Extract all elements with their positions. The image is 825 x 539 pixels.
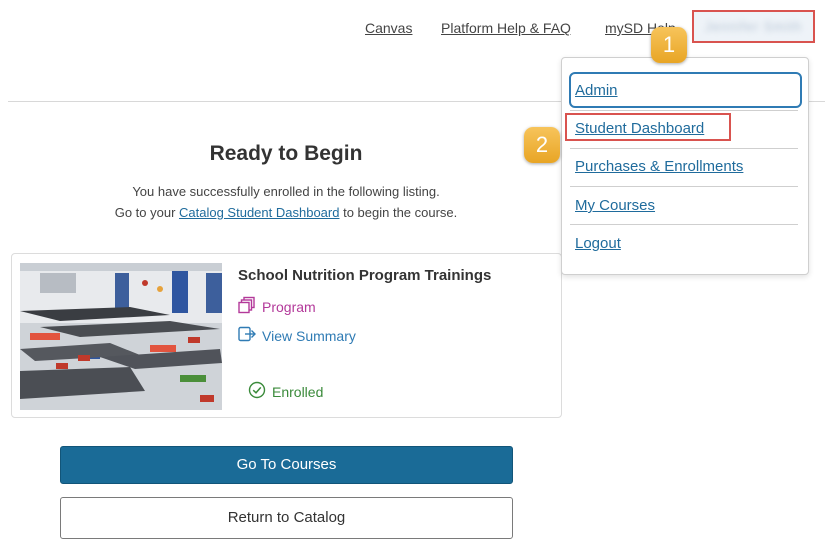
dashboard-instruction: Go to your Catalog Student Dashboard to … [0,205,572,220]
program-label: Program [262,298,316,315]
listing-title: School Nutrition Program Trainings [238,267,492,284]
nav-link-platform-help[interactable]: Platform Help & FAQ [441,20,571,36]
catalog-student-dashboard-link[interactable]: Catalog Student Dashboard [179,205,339,220]
menu-item-student-dashboard[interactable]: Student Dashboard [575,120,704,137]
step-marker-1: 1 [651,27,687,63]
user-menu-button[interactable]: Jennifer Smith [692,10,815,43]
go-to-courses-button[interactable]: Go To Courses [60,446,513,484]
cafeteria-image [20,263,222,410]
page-title: Ready to Begin [209,142,363,165]
menu-divider [570,110,798,111]
step-marker-2: 2 [524,127,560,163]
menu-item-admin[interactable]: Admin [575,82,618,99]
user-dropdown-menu: Admin Student Dashboard Purchases & Enro… [561,57,809,275]
enrolled-label: Enrolled [272,383,324,400]
view-summary-link[interactable]: View Summary [238,326,356,345]
enrollment-status: Enrolled [248,381,323,402]
menu-item-my-courses[interactable]: My Courses [575,197,655,214]
program-icon [238,296,256,317]
instruction-suffix: to begin the course. [339,205,458,220]
listing-card: School Nutrition Program Trainings Progr… [11,253,562,418]
menu-divider [570,224,798,225]
open-summary-icon [238,326,256,345]
check-circle-icon [248,381,266,402]
instruction-prefix: Go to your [114,205,180,220]
listing-type: Program [238,296,316,317]
menu-divider [570,186,798,187]
enroll-message: You have successfully enrolled in the fo… [132,184,440,199]
nav-link-canvas[interactable]: Canvas [365,20,412,36]
view-summary-label: View Summary [262,327,356,344]
menu-item-logout[interactable]: Logout [575,235,621,252]
return-to-catalog-button[interactable]: Return to Catalog [60,497,513,539]
menu-item-purchases-enrollments[interactable]: Purchases & Enrollments [575,158,743,175]
user-name: Jennifer Smith [704,19,803,34]
menu-divider [570,148,798,149]
